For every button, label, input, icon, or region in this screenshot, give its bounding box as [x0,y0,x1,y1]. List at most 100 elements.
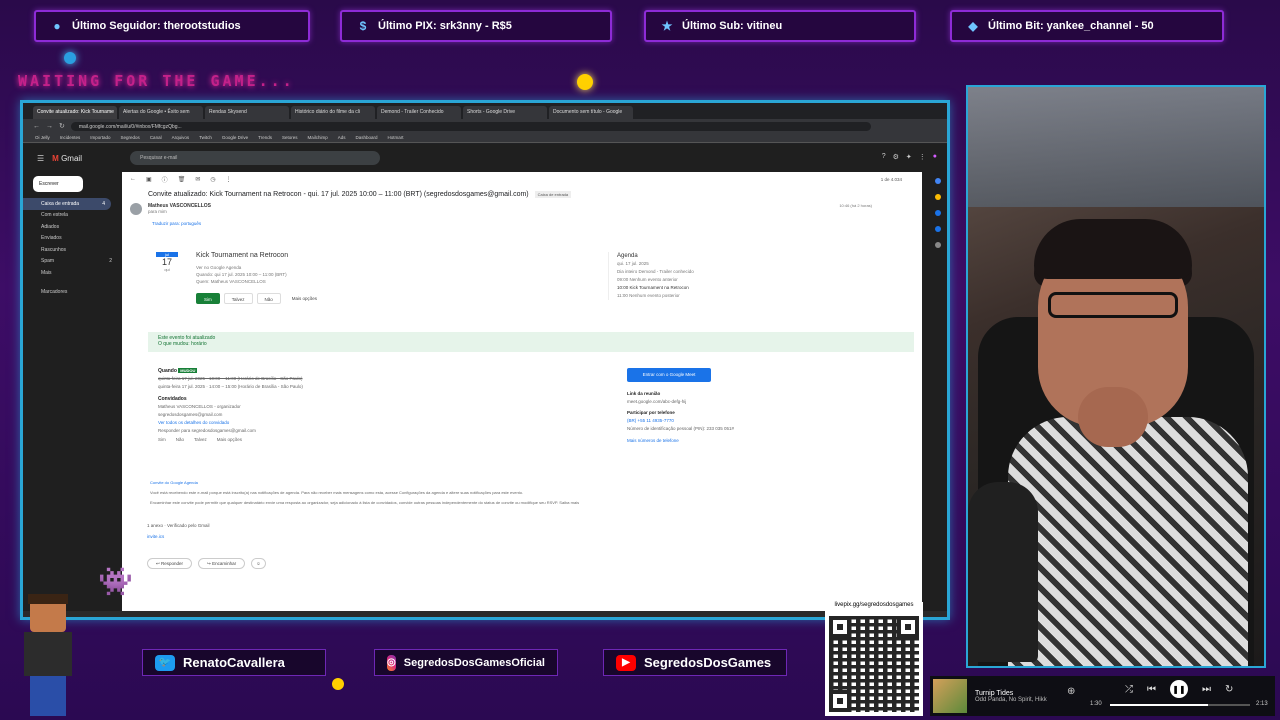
archive-icon[interactable]: ▣ [146,176,152,183]
bookmark[interactable]: Incidentes [60,135,81,140]
menu-icon[interactable]: ☰ [37,154,44,163]
horizontal-scrollbar[interactable] [23,611,947,617]
star-icon: ★ [661,19,673,33]
browser-tab[interactable]: Shorts - Google Drive [463,106,547,119]
reply-button[interactable]: ↩ Responder [147,558,193,569]
alert-last-sub: ★ Último Sub: vitineu [644,10,916,42]
meet-link[interactable]: meet.google.com/abc-defg-hij [627,398,734,406]
browser-tab[interactable]: Demond - Trailer Conhecido [377,106,461,119]
forward-button[interactable]: ↪ Encaminhar [198,558,246,569]
address-bar[interactable]: mail.google.com/mail/u/0/#inbox/FMfcgzQb… [70,121,871,131]
event-detail-line[interactable]: Ver no Google Agenda [196,264,287,271]
nav-more[interactable]: Mais [23,267,118,279]
previous-icon[interactable]: ⏮ [1147,684,1156,695]
qr-code[interactable] [825,612,923,716]
help-icon[interactable]: ? [882,153,886,161]
rsvp-yes-button[interactable]: Sim [196,293,220,304]
attachment-file[interactable]: invite.ics [147,531,210,542]
all-guests-link[interactable]: Ver todos os detalhes do convidado [158,419,303,427]
agenda-line[interactable]: Dia inteiro Demond - Trailer conhecido [617,268,908,276]
rsvp-more-button[interactable]: Mais opções [285,293,324,304]
browser-tab[interactable]: Documento sem título - Google [549,106,633,119]
social-instagram[interactable]: ◎ SegredosDosGamesOficial [374,649,558,676]
bookmark[interactable]: Hotmart [388,135,404,140]
social-twitter[interactable]: 🐦 RenatoCavallera [142,649,326,676]
reply-yes[interactable]: Sim [158,436,166,444]
gmail-sidebar: Escrever Caixa de entrada 4 Com estrela A… [23,172,118,617]
next-icon[interactable]: ⏭ [1202,684,1211,695]
avatar[interactable]: ● [933,153,937,161]
bookmark[interactable]: Twitch [199,135,212,140]
recipient[interactable]: para mim [148,209,922,214]
nav-drafts[interactable]: Rascunhos [23,244,118,256]
contacts-icon[interactable] [935,226,941,232]
browser-tab[interactable]: Convite atualizado: Kick Tourname [33,106,117,119]
nav-snoozed[interactable]: Adiados [23,221,118,233]
forward-icon[interactable]: → [46,123,53,130]
bookmark[interactable]: Segredos [121,135,140,140]
repeat-icon[interactable]: ↻ [1225,684,1233,695]
search-input[interactable]: Pesquisar e-mail [130,151,381,165]
phone-number[interactable]: (BR) +55 11 4935-7770 [627,417,734,425]
add-icon[interactable] [935,242,941,248]
join-meet-button[interactable]: Entrar com o Google Meet [627,368,711,382]
bookmark[interactable]: Ads [338,135,346,140]
social-youtube[interactable]: ▶ SegredosDosGames [603,649,787,676]
nav-inbox[interactable]: Caixa de entrada 4 [23,198,111,210]
bookmark[interactable]: Arquivos [172,135,190,140]
nav-starred[interactable]: Com estrela [23,210,118,222]
gmail-logo[interactable]: M Gmail [52,154,122,163]
alert-last-bit: ◆ Último Bit: yankee_channel - 50 [950,10,1224,42]
reply-no[interactable]: Não [176,436,184,444]
delete-icon[interactable]: 🗑 [178,176,186,183]
bookmark[interactable]: Trends [258,135,272,140]
calendar-invite-link[interactable]: Convite do Google Agenda [150,478,900,488]
bookmark[interactable]: Setores [282,135,298,140]
email-date: 10:46 (há 2 horas) [839,203,872,208]
report-icon[interactable]: ⓘ [162,175,168,184]
inbox-tag[interactable]: Caixa de entrada [534,191,572,198]
tasks-icon[interactable] [935,210,941,216]
bookmark[interactable]: Importado [90,135,110,140]
back-icon[interactable]: ← [130,176,136,182]
nav-spam[interactable]: Spam 2 [23,256,118,268]
progress-bar[interactable] [1110,704,1250,706]
qr-label: livepix.gg/segredosdosgames [825,602,923,612]
bookmark[interactable]: Google Drive [222,135,248,140]
pause-icon[interactable]: ❚❚ [1170,680,1188,698]
gemini-icon[interactable]: ✦ [906,153,912,161]
add-icon[interactable]: ⊕ [1067,686,1075,697]
more-icon[interactable]: ⋮ [226,176,232,183]
back-icon[interactable]: ← [33,123,40,130]
settings-icon[interactable]: ⚙ [893,153,899,161]
reply-more[interactable]: Mais opções [217,436,242,444]
apps-icon[interactable]: ⋮ [919,153,926,161]
browser-tab[interactable]: Alertas do Google • Êxito sem [119,106,203,119]
bookmark[interactable]: Mailchimp [307,135,327,140]
browser-tab[interactable]: Rendas Skysend [205,106,289,119]
bookmark[interactable]: Oi Jelly [35,135,50,140]
snooze-icon[interactable]: ◷ [210,176,215,183]
pixel-character [8,590,88,720]
browser-tab[interactable]: Histórico diário do filme da cli [291,106,375,119]
address-row: ← → ↻ mail.google.com/mail/u/0/#inbox/FM… [23,119,947,133]
compose-button[interactable]: Escrever [33,176,83,192]
bookmark[interactable]: Canal [150,135,162,140]
track-title: Turnip Tides [975,689,1014,697]
calendar-icon[interactable] [935,178,941,184]
bookmark[interactable]: Dashboard [356,135,378,140]
rsvp-no-button[interactable]: Não [256,293,281,304]
emoji-icon[interactable]: ☺ [251,558,266,569]
keep-icon[interactable] [935,194,941,200]
mark-unread-icon[interactable]: ✉ [195,176,200,183]
reply-maybe[interactable]: Talvez [194,436,207,444]
nav-sent[interactable]: Enviados [23,233,118,245]
attachment-label: 1 anexo · Verificado pelo Gmail [147,523,210,528]
alert-text: Último Seguidor: therootstudios [72,20,241,32]
agenda-line[interactable]: 10:00 Kick Tournament na Retrocon [617,284,908,292]
rsvp-maybe-button[interactable]: Talvez [223,293,253,304]
reload-icon[interactable]: ↻ [59,122,65,130]
shuffle-icon[interactable]: ⤮ [1125,684,1133,695]
translate-link[interactable]: Traduzir para: português [122,221,922,226]
more-numbers-link[interactable]: Mais números de telefone [627,437,734,445]
